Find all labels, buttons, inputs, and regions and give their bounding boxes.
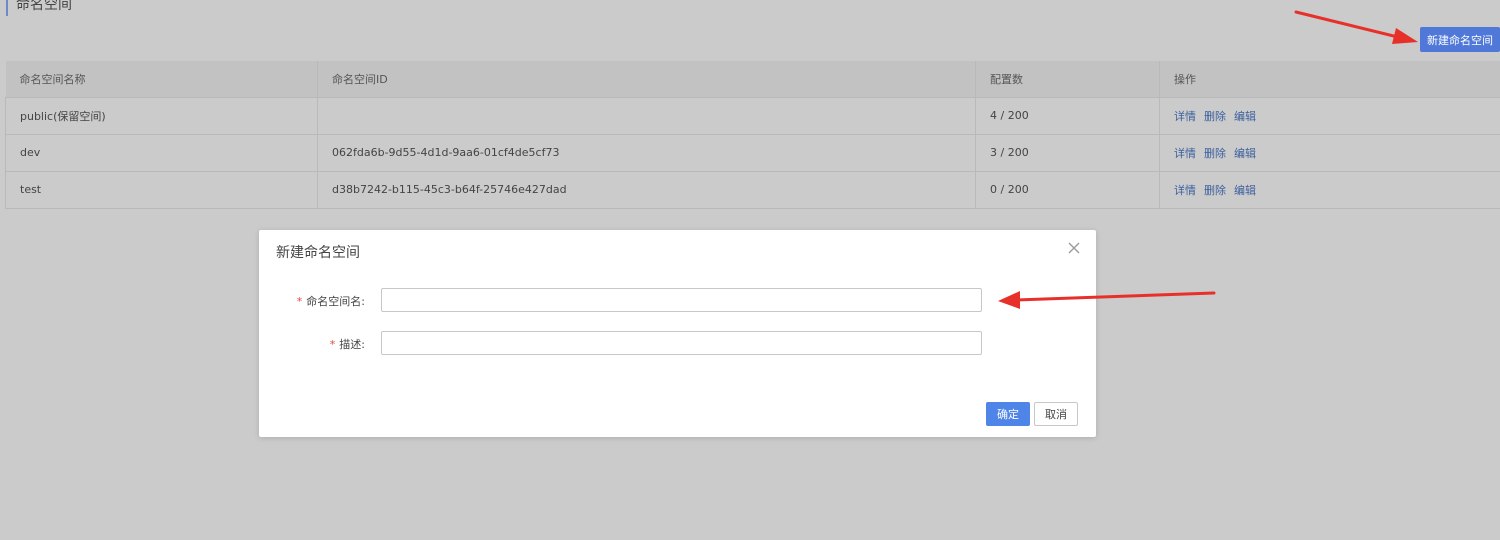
edit-link[interactable]: 编辑: [1234, 110, 1256, 123]
description-label: * 描述:: [329, 338, 365, 351]
new-namespace-button[interactable]: 新建命名空间: [1420, 27, 1500, 52]
table-row: test d38b7242-b115-45c3-b64f-25746e427da…: [5, 170, 1500, 209]
edit-link[interactable]: 编辑: [1234, 184, 1256, 197]
namespace-name-label: * 命名空间名:: [296, 295, 365, 308]
cancel-button[interactable]: 取消: [1034, 402, 1078, 426]
description-row: * 描述:: [259, 331, 1096, 355]
namespace-name-cell: test: [5, 170, 318, 209]
delete-link[interactable]: 删除: [1204, 110, 1226, 123]
namespace-id-cell: d38b7242-b115-45c3-b64f-25746e427dad: [317, 170, 976, 209]
column-header-actions: 操作: [1159, 61, 1500, 97]
namespace-name-input[interactable]: [381, 288, 982, 312]
arrow-to-new-button: [1294, 10, 1418, 44]
detail-link[interactable]: 详情: [1174, 184, 1196, 197]
delete-link[interactable]: 删除: [1204, 184, 1226, 197]
table-header-row: 命名空间名称 命名空间ID 配置数 操作: [5, 61, 1500, 97]
table-row: dev 062fda6b-9d55-4d1d-9aa6-01cf4de5cf73…: [5, 133, 1500, 171]
actions-cell: 详情 删除 编辑: [1159, 170, 1500, 209]
detail-link[interactable]: 详情: [1174, 147, 1196, 160]
config-count-cell: 0 / 200: [975, 170, 1160, 209]
namespace-id-cell: [317, 96, 976, 134]
actions-cell: 详情 删除 编辑: [1159, 133, 1500, 171]
column-header-id: 命名空间ID: [317, 61, 976, 97]
namespace-name-cell: dev: [5, 133, 318, 171]
config-count-cell: 4 / 200: [975, 96, 1160, 134]
dialog-title: 新建命名空间: [276, 245, 360, 261]
table-row: public(保留空间) 4 / 200 详情 删除 编辑: [5, 96, 1500, 134]
confirm-button[interactable]: 确定: [986, 402, 1030, 426]
new-namespace-dialog: 新建命名空间 * 命名空间名: * 描述: 确定 取消: [259, 230, 1096, 437]
actions-cell: 详情 删除 编辑: [1159, 96, 1500, 134]
column-header-count: 配置数: [975, 61, 1160, 97]
close-icon[interactable]: [1066, 240, 1082, 256]
page-title: 命名空间: [6, 0, 72, 16]
namespace-table: 命名空间名称 命名空间ID 配置数 操作 public(保留空间) 4 / 20…: [5, 61, 1500, 209]
namespace-name-cell: public(保留空间): [5, 96, 318, 134]
namespace-id-cell: 062fda6b-9d55-4d1d-9aa6-01cf4de5cf73: [317, 133, 976, 171]
namespace-name-row: * 命名空间名:: [259, 288, 1096, 312]
detail-link[interactable]: 详情: [1174, 110, 1196, 123]
description-input[interactable]: [381, 331, 982, 355]
required-mark: *: [296, 295, 303, 308]
edit-link[interactable]: 编辑: [1234, 147, 1256, 160]
column-header-name: 命名空间名称: [5, 61, 318, 97]
required-mark: *: [329, 338, 336, 351]
config-count-cell: 3 / 200: [975, 133, 1160, 171]
delete-link[interactable]: 删除: [1204, 147, 1226, 160]
